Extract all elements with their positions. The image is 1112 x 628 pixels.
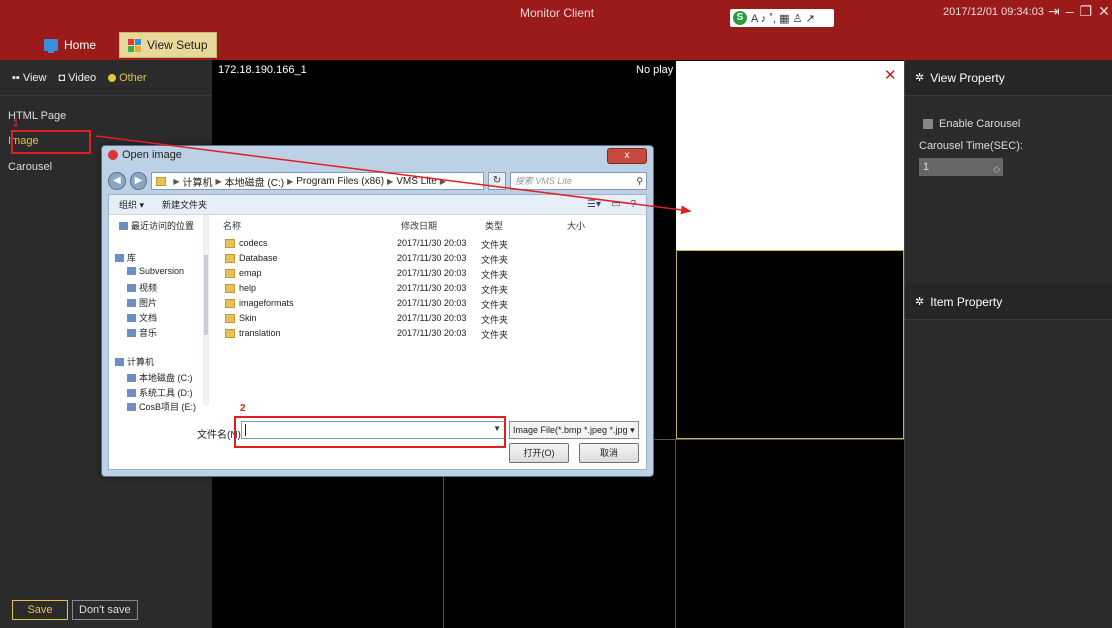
annotation-arrow: [95, 135, 692, 215]
